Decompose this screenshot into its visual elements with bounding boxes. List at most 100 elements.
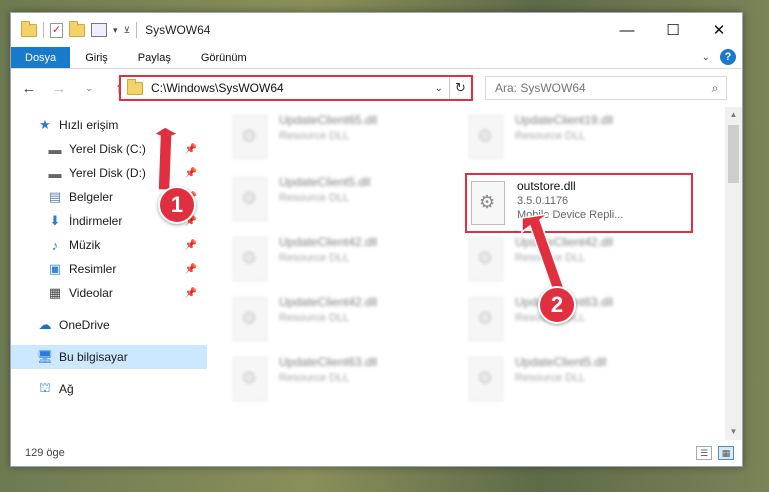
dll-file-icon — [469, 115, 503, 159]
sidebar-item-onedrive[interactable]: ☁ OneDrive — [11, 313, 207, 337]
video-icon: ▦ — [48, 285, 62, 300]
file-tile[interactable]: UpdateClient5.dll Resource DLL — [469, 355, 689, 407]
file-tile[interactable]: UpdateClient63.dllResource DLL — [469, 295, 689, 347]
dll-file-icon — [469, 297, 503, 341]
item-count: 129 öge — [25, 447, 65, 459]
file-name: UpdateClient42.dll — [279, 295, 378, 309]
dll-file-icon — [233, 357, 267, 401]
file-tile[interactable]: UpdateClient63.dllResource DLL — [233, 355, 453, 407]
file-type: Resource DLL — [279, 252, 350, 264]
chevron-down-icon[interactable]: ▾ — [113, 25, 118, 36]
sidebar-item-label: Resimler — [69, 262, 117, 276]
file-name: UpdateClient5.dll — [515, 355, 607, 369]
file-tile[interactable]: UpdateClient19.dll Resource DLL — [469, 113, 689, 165]
toolbar-separator — [136, 22, 138, 38]
pin-icon[interactable]: 📌 — [185, 288, 197, 299]
sidebar-item-pictures[interactable]: ▣ Resimler 📌 — [11, 257, 207, 281]
pin-icon[interactable]: 📌 — [185, 144, 197, 155]
title-bar: ✓ ▾ ⊻ SysWOW64 — ☐ ✕ — [11, 13, 742, 47]
file-type: Resource DLL — [515, 130, 586, 142]
dll-file-icon — [233, 237, 267, 281]
network-icon: ⛫ — [39, 380, 51, 395]
toolbar-separator — [43, 22, 44, 38]
tiles-view-icon[interactable]: ▦ — [718, 446, 734, 460]
file-tile[interactable]: UpdateClient42.dll Resource DLL — [233, 295, 453, 347]
search-input[interactable] — [486, 81, 704, 95]
quick-access-toolbar: ✓ ▾ ⊻ — [11, 20, 138, 38]
music-icon: ♪ — [51, 237, 59, 253]
ribbon-tabs: Dosya Giriş Paylaş Görünüm ⌄ ? — [11, 47, 742, 69]
step-badge-2: 2 — [538, 286, 576, 324]
file-tile-outstore[interactable]: outstore.dll 3.5.0.1176 Mobile Device Re… — [465, 173, 693, 233]
customize-icon[interactable] — [91, 23, 107, 37]
minimize-button[interactable]: — — [604, 13, 650, 47]
new-folder-icon[interactable] — [69, 20, 85, 37]
sidebar-item-label: OneDrive — [59, 318, 110, 332]
scroll-up-icon[interactable]: ▲ — [725, 107, 742, 123]
forward-arrow-icon[interactable]: → — [51, 80, 67, 97]
content-area: ★ Hızlı erişim ▬ Yerel Disk (C:) 📌 ▬ Yer… — [11, 107, 742, 440]
scroll-down-icon[interactable]: ▼ — [725, 424, 742, 440]
tab-home[interactable]: Giriş — [70, 47, 123, 68]
properties-check-icon[interactable]: ✓ — [50, 22, 63, 38]
sidebar-item-label: Müzik — [69, 238, 101, 252]
tab-share[interactable]: Paylaş — [123, 47, 186, 68]
recent-locations-icon[interactable]: ⌄ — [81, 83, 97, 94]
drive-icon: ▬ — [48, 165, 62, 181]
step-badge-1: 1 — [158, 186, 196, 224]
pin-icon[interactable]: 📌 — [185, 264, 197, 275]
qat-dropdown-icon[interactable]: ⊻ — [124, 25, 131, 36]
sidebar-item-this-pc[interactable]: 🖥 Bu bilgisayar — [11, 345, 207, 369]
file-tile[interactable]: UpdateClient5.dll Resource DLL — [233, 175, 453, 227]
pin-icon[interactable]: 📌 — [185, 240, 197, 251]
pin-icon[interactable]: 📌 — [185, 168, 197, 179]
file-tile[interactable]: UpdateClient65.dll Resource DLL — [233, 113, 453, 165]
address-path[interactable]: C:\Windows\SysWOW64 — [151, 81, 435, 95]
dll-file-icon — [471, 181, 505, 225]
search-icon[interactable]: ⌕ — [704, 81, 726, 96]
ribbon-right: ⌄ ? — [702, 49, 736, 65]
navigation-bar: ← → ⌄ ↑ C:\Windows\SysWOW64 ⌄ ↻ ⌕ — [11, 69, 742, 107]
file-version: 3.5.0.1176 — [517, 195, 569, 207]
sidebar-item-videos[interactable]: ▦ Videolar 📌 — [11, 281, 207, 305]
close-button[interactable]: ✕ — [696, 13, 742, 47]
vertical-scrollbar[interactable]: ▲ ▼ — [725, 107, 742, 440]
maximize-button[interactable]: ☐ — [650, 13, 696, 47]
sidebar-item-label: Ağ — [59, 382, 74, 396]
sidebar-item-disk-c[interactable]: ▬ Yerel Disk (C:) 📌 — [11, 137, 207, 161]
file-name: outstore.dll — [517, 179, 576, 193]
computer-icon: 🖥 — [36, 349, 54, 364]
window-title: SysWOW64 — [145, 23, 211, 37]
scroll-thumb[interactable] — [728, 125, 739, 183]
file-tile[interactable]: UpdateClient42.dll Resource DLL — [469, 235, 689, 287]
drive-icon: ▬ — [48, 141, 62, 157]
documents-icon: ▤ — [48, 189, 62, 204]
file-name: UpdateClient42.dll — [515, 235, 614, 249]
dll-file-icon — [469, 357, 503, 401]
tab-view[interactable]: Görünüm — [186, 47, 262, 68]
file-type: Resource DLL — [279, 130, 350, 142]
refresh-icon[interactable]: ↻ — [449, 77, 471, 99]
address-bar[interactable]: C:\Windows\SysWOW64 ⌄ ↻ — [119, 75, 473, 101]
tab-file[interactable]: Dosya — [11, 47, 71, 68]
chevron-down-icon[interactable]: ⌄ — [435, 83, 449, 94]
search-box[interactable]: ⌕ — [485, 76, 727, 100]
sidebar-item-label: Hızlı erişim — [59, 118, 119, 132]
sidebar-item-music[interactable]: ♪ Müzik 📌 — [11, 233, 207, 257]
sidebar-item-network[interactable]: ⛫ Ağ — [11, 377, 207, 401]
sidebar-item-label: Videolar — [69, 286, 113, 300]
sidebar-item-disk-d[interactable]: ▬ Yerel Disk (D:) 📌 — [11, 161, 207, 185]
help-icon[interactable]: ? — [720, 49, 736, 65]
expand-ribbon-icon[interactable]: ⌄ — [702, 52, 710, 63]
sidebar-item-quick-access[interactable]: ★ Hızlı erişim — [11, 113, 207, 137]
back-arrow-icon[interactable]: ← — [21, 80, 37, 97]
file-tile[interactable]: UpdateClient42.dll Resource DLL — [233, 235, 453, 287]
sidebar-item-label: Yerel Disk (C:) — [69, 142, 146, 156]
file-name: UpdateClient5.dll — [279, 175, 371, 189]
file-name: UpdateClient19.dll — [515, 113, 614, 127]
details-view-icon[interactable]: ☰ — [696, 446, 712, 460]
folder-icon — [21, 20, 37, 37]
